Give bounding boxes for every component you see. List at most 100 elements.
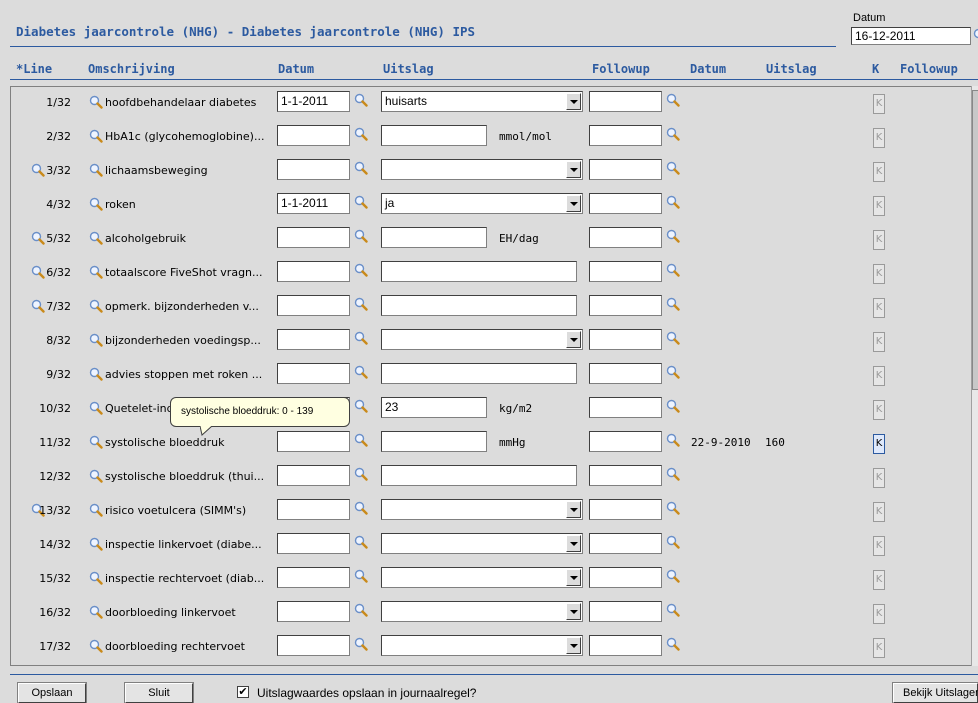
search-icon[interactable] <box>354 297 368 311</box>
search-icon[interactable] <box>354 127 368 141</box>
result-select[interactable] <box>381 635 583 656</box>
search-icon[interactable] <box>354 331 368 345</box>
search-icon[interactable] <box>354 535 368 549</box>
followup-field[interactable] <box>589 193 662 214</box>
search-icon[interactable] <box>666 229 680 243</box>
followup-field[interactable] <box>589 295 662 316</box>
date-field[interactable] <box>277 125 350 146</box>
search-icon[interactable] <box>354 229 368 243</box>
result-field[interactable]: 23 <box>381 397 487 418</box>
date-field[interactable] <box>277 431 350 452</box>
date-field[interactable] <box>277 601 350 622</box>
date-field[interactable] <box>277 295 350 316</box>
k-button[interactable]: K <box>873 400 885 420</box>
date-field[interactable] <box>277 499 350 520</box>
search-icon[interactable] <box>666 297 680 311</box>
search-icon[interactable] <box>89 197 103 211</box>
k-button[interactable]: K <box>873 298 885 318</box>
chevron-down-icon[interactable] <box>566 161 581 178</box>
followup-field[interactable] <box>589 499 662 520</box>
search-icon[interactable] <box>666 365 680 379</box>
search-icon[interactable] <box>666 637 680 651</box>
search-icon[interactable] <box>973 28 978 42</box>
col-omschrijving[interactable]: Omschrijving <box>88 62 175 76</box>
search-icon[interactable] <box>89 367 103 381</box>
result-select[interactable] <box>381 159 583 180</box>
k-button[interactable]: K <box>873 230 885 250</box>
search-icon[interactable] <box>89 605 103 619</box>
search-icon[interactable] <box>354 263 368 277</box>
followup-field[interactable] <box>589 261 662 282</box>
search-icon[interactable] <box>354 365 368 379</box>
k-button[interactable]: K <box>873 434 885 454</box>
search-icon[interactable] <box>666 433 680 447</box>
search-icon[interactable] <box>354 603 368 617</box>
followup-field[interactable] <box>589 465 662 486</box>
followup-field[interactable] <box>589 533 662 554</box>
close-button[interactable]: Sluit <box>125 683 193 703</box>
date-field[interactable] <box>277 363 350 384</box>
col-followup-prev[interactable]: Followup <box>900 62 958 76</box>
date-field[interactable] <box>277 261 350 282</box>
search-icon[interactable] <box>666 501 680 515</box>
search-icon[interactable] <box>354 399 368 413</box>
search-icon[interactable] <box>666 569 680 583</box>
chevron-down-icon[interactable] <box>566 603 581 620</box>
chevron-down-icon[interactable] <box>566 195 581 212</box>
search-icon[interactable] <box>89 401 103 415</box>
search-icon[interactable] <box>666 93 680 107</box>
chevron-down-icon[interactable] <box>566 501 581 518</box>
chevron-down-icon[interactable] <box>566 535 581 552</box>
date-field[interactable]: 1-1-2011 <box>277 193 350 214</box>
k-button[interactable]: K <box>873 570 885 590</box>
k-button[interactable]: K <box>873 128 885 148</box>
search-icon[interactable] <box>89 299 103 313</box>
result-select[interactable] <box>381 329 583 350</box>
k-button[interactable]: K <box>873 366 885 386</box>
search-icon[interactable] <box>354 569 368 583</box>
chevron-down-icon[interactable] <box>566 93 581 110</box>
search-icon[interactable] <box>89 333 103 347</box>
search-icon[interactable] <box>354 637 368 651</box>
result-select[interactable] <box>381 601 583 622</box>
chevron-down-icon[interactable] <box>566 331 581 348</box>
result-select[interactable] <box>381 533 583 554</box>
k-button[interactable]: K <box>873 502 885 522</box>
followup-field[interactable] <box>589 363 662 384</box>
save-button[interactable]: Opslaan <box>18 683 86 703</box>
search-icon[interactable] <box>354 161 368 175</box>
followup-field[interactable] <box>589 397 662 418</box>
followup-field[interactable] <box>589 159 662 180</box>
col-datum-prev[interactable]: Datum <box>690 62 726 76</box>
datum-input[interactable]: 16-12-2011 <box>851 27 971 45</box>
followup-field[interactable] <box>589 227 662 248</box>
chevron-down-icon[interactable] <box>566 569 581 586</box>
date-field[interactable] <box>277 159 350 180</box>
k-button[interactable]: K <box>873 196 885 216</box>
vertical-scrollbar[interactable] <box>971 86 978 666</box>
search-icon[interactable] <box>354 93 368 107</box>
k-button[interactable]: K <box>873 332 885 352</box>
search-icon[interactable] <box>666 161 680 175</box>
k-button[interactable]: K <box>873 162 885 182</box>
date-field[interactable] <box>277 329 350 350</box>
search-icon[interactable] <box>89 95 103 109</box>
date-field[interactable]: 1-1-2011 <box>277 91 350 112</box>
col-uitslag-prev[interactable]: Uitslag <box>766 62 817 76</box>
search-icon[interactable] <box>89 639 103 653</box>
k-button[interactable]: K <box>873 94 885 114</box>
date-field[interactable] <box>277 465 350 486</box>
search-icon[interactable] <box>89 265 103 279</box>
search-icon[interactable] <box>354 433 368 447</box>
k-button[interactable]: K <box>873 536 885 556</box>
k-button[interactable]: K <box>873 264 885 284</box>
result-field[interactable] <box>381 227 487 248</box>
search-icon[interactable] <box>89 435 103 449</box>
k-button[interactable]: K <box>873 604 885 624</box>
col-line[interactable]: *Line <box>16 62 52 76</box>
result-field[interactable] <box>381 295 577 316</box>
col-followup[interactable]: Followup <box>592 62 650 76</box>
col-datum[interactable]: Datum <box>278 62 314 76</box>
result-field[interactable] <box>381 363 577 384</box>
search-icon[interactable] <box>89 537 103 551</box>
